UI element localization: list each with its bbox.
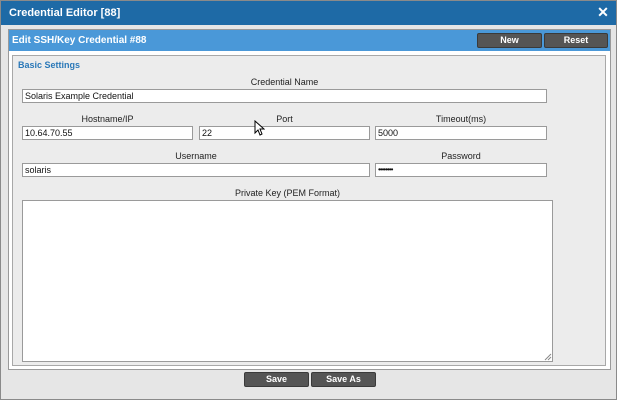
edit-credential-panel: Edit SSH/Key Credential #88 New Reset Ba… (8, 29, 611, 370)
mouse-pointer-icon (254, 120, 265, 136)
panel-header: Edit SSH/Key Credential #88 New Reset (9, 30, 610, 51)
hostname-label: Hostname/IP (81, 114, 134, 124)
window-titlebar: Credential Editor [88] ✕ (1, 1, 616, 25)
reset-button[interactable]: Reset (544, 33, 608, 48)
hostname-input[interactable]: 10.64.70.55 (22, 126, 193, 140)
username-label: Username (175, 151, 217, 161)
password-input[interactable]: •••••••• (375, 163, 547, 177)
credential-editor-window: Credential Editor [88] ✕ Edit SSH/Key Cr… (0, 0, 617, 400)
private-key-textarea[interactable] (22, 200, 553, 362)
private-key-label: Private Key (PEM Format) (234, 188, 341, 198)
timeout-label: Timeout(ms) (435, 114, 487, 124)
username-input[interactable]: solaris (22, 163, 370, 177)
basic-settings-group: Basic Settings Credential Name Solaris E… (12, 55, 606, 366)
window-title: Credential Editor [88] (9, 7, 121, 19)
save-as-button[interactable]: Save As (311, 372, 376, 387)
new-button[interactable]: New (477, 33, 542, 48)
credential-name-label: Credential Name (250, 77, 319, 87)
port-input[interactable]: 22 (199, 126, 370, 140)
close-icon[interactable]: ✕ (596, 4, 610, 20)
timeout-input[interactable]: 5000 (375, 126, 547, 140)
save-button[interactable]: Save (244, 372, 309, 387)
password-label: Password (441, 151, 481, 161)
panel-title: Edit SSH/Key Credential #88 (12, 35, 147, 46)
port-label: Port (276, 114, 293, 124)
resize-grip-icon[interactable] (544, 353, 552, 361)
credential-name-input[interactable]: Solaris Example Credential (22, 89, 547, 103)
basic-settings-legend: Basic Settings (18, 60, 81, 70)
